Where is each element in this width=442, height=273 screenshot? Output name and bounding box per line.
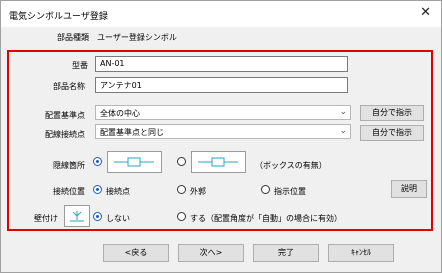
- hidden-line-option2-preview: [191, 151, 246, 173]
- connect-pos-radio-3[interactable]: [261, 185, 270, 194]
- chevron-down-icon: ⌄: [339, 126, 347, 136]
- part-name-input[interactable]: アンテナ01: [95, 77, 348, 93]
- wall-mount-option-1: しない: [106, 214, 130, 223]
- wire-point-select[interactable]: 配置基準点と同じ ⌄: [95, 124, 351, 139]
- wall-mount-radio-2[interactable]: [177, 212, 186, 221]
- connect-pos-option-3: 指示位置: [274, 187, 306, 196]
- box-symbol-icon: [198, 157, 238, 167]
- wall-mount-label: 壁付け: [34, 214, 58, 223]
- connect-pos-option-1: 接続点: [106, 187, 130, 196]
- hidden-line-note: （ボックスの有無）: [255, 161, 327, 170]
- connect-pos-option-2: 外郭: [190, 187, 206, 196]
- wire-point-label: 配線接続点: [45, 130, 85, 139]
- placement-ref-button[interactable]: 自分で指示: [360, 105, 424, 121]
- next-button[interactable]: 次へ>: [178, 244, 244, 262]
- connect-pos-radio-2[interactable]: [177, 185, 186, 194]
- finish-button[interactable]: 完了: [253, 244, 319, 262]
- hidden-line-radio-2[interactable]: [177, 157, 186, 166]
- antenna-icon: [70, 211, 84, 222]
- model-number-input[interactable]: AN-01: [95, 56, 348, 72]
- connect-pos-label: 接続位置: [53, 187, 85, 196]
- wall-mount-radio-1[interactable]: [93, 212, 102, 221]
- wall-mount-option-2: する（配置角度が「自動」の場合に有効）: [190, 214, 342, 223]
- hidden-line-option1-preview: [107, 151, 162, 173]
- hidden-line-label: 隠線箇所: [53, 161, 85, 170]
- cancel-button[interactable]: ｷｬﾝｾﾙ: [328, 244, 394, 262]
- part-kind-value: ユーザー登録シンボル: [97, 33, 177, 42]
- title-bar: 電気シンボルユーザ登録 ✕: [1, 1, 441, 27]
- window-title: 電気シンボルユーザ登録: [9, 12, 108, 22]
- dialog-window: 電気シンボルユーザ登録 ✕ 部品種類 ユーザー登録シンボル 型番 AN-01 部…: [0, 0, 442, 273]
- placement-ref-value: 全体の中心: [100, 109, 140, 118]
- model-number-value: AN-01: [100, 59, 125, 68]
- hidden-line-radio-1[interactable]: [93, 157, 102, 166]
- placement-ref-label: 配置基準点: [45, 111, 85, 120]
- back-button[interactable]: <戻る: [103, 244, 169, 262]
- explain-button[interactable]: 説明: [391, 180, 427, 198]
- box-symbol-icon: [114, 157, 154, 167]
- part-kind-label: 部品種類: [57, 33, 89, 42]
- connect-pos-radio-1[interactable]: [93, 185, 102, 194]
- model-number-label: 型番: [72, 61, 88, 70]
- wire-point-value: 配置基準点と同じ: [100, 128, 164, 137]
- part-name-label: 部品名称: [53, 82, 85, 91]
- chevron-down-icon: ⌄: [339, 107, 347, 117]
- part-name-value: アンテナ01: [100, 81, 142, 90]
- close-icon[interactable]: ✕: [420, 6, 431, 20]
- placement-ref-select[interactable]: 全体の中心 ⌄: [95, 105, 351, 120]
- wire-point-button[interactable]: 自分で指示: [360, 125, 424, 141]
- wall-mount-preview: [64, 205, 90, 227]
